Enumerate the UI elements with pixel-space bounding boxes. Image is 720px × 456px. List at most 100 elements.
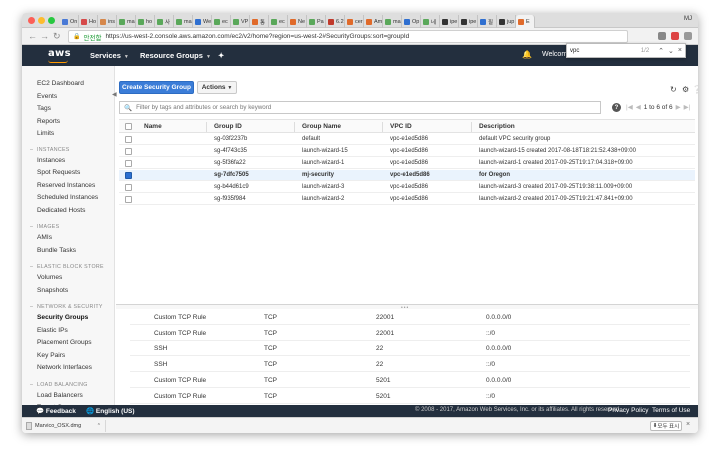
- table-row[interactable]: sg-4f743c35 launch-wizard-15 vpc-e1ed5d86 l…: [119, 146, 695, 157]
- back-icon[interactable]: ←: [28, 31, 37, 41]
- show-all-downloads-button[interactable]: ⬇ 모두 표시: [650, 421, 682, 431]
- close-downloads-icon[interactable]: ×: [686, 421, 690, 428]
- browser-tab[interactable]: 통: [250, 15, 269, 28]
- sidebar-item[interactable]: Spot Requests: [37, 169, 80, 176]
- column-header-group-id[interactable]: Group ID: [214, 123, 242, 130]
- actions-button[interactable]: Actions ▼: [197, 81, 237, 94]
- last-page-icon[interactable]: ▶|: [684, 103, 691, 111]
- browser-tab[interactable]: ma: [383, 15, 402, 28]
- row-checkbox[interactable]: [125, 136, 132, 143]
- refresh-icon[interactable]: ↻: [670, 85, 677, 94]
- maximize-window-button[interactable]: [48, 17, 55, 24]
- browser-tab[interactable]: ma: [174, 15, 193, 28]
- table-row[interactable]: sg-b44d61c9 launch-wizard-3 vpc-e1ed5d86 la…: [119, 182, 695, 193]
- url-input[interactable]: 🔒 안전함 https://us-west-2.console.aws.amaz…: [68, 30, 628, 43]
- browser-tab[interactable]: ipe: [440, 15, 459, 28]
- sidebar-item[interactable]: Dedicated Hosts: [37, 207, 85, 214]
- sidebar-item[interactable]: Scheduled Instances: [37, 194, 98, 201]
- sidebar-section-header[interactable]: – LOAD BALANCING: [30, 382, 88, 388]
- language-selector[interactable]: 🌐 English (US): [86, 407, 135, 415]
- browser-tab[interactable]: Ho: [79, 15, 98, 28]
- sidebar-item[interactable]: Limits: [37, 130, 54, 137]
- sidebar-item[interactable]: Key Pairs: [37, 352, 65, 359]
- column-divider[interactable]: [382, 122, 383, 132]
- find-close-icon[interactable]: ×: [678, 47, 682, 54]
- browser-tab[interactable]: E: [516, 15, 535, 28]
- table-row[interactable]: sg-03f2237b default vpc-e1ed5d86 default VP…: [119, 134, 695, 145]
- sidebar-item[interactable]: Load Balancers: [37, 392, 83, 399]
- feedback-link[interactable]: 💬 Feedback: [36, 407, 76, 415]
- row-checkbox[interactable]: [125, 148, 132, 155]
- sidebar-item[interactable]: AMIs: [37, 234, 52, 241]
- services-menu[interactable]: Services ▼: [90, 51, 129, 60]
- column-divider[interactable]: [294, 122, 295, 132]
- sidebar-item[interactable]: Placement Groups: [37, 339, 92, 346]
- browser-tab[interactable]: Ne: [288, 15, 307, 28]
- chevron-down-icon[interactable]: ⌃: [97, 423, 101, 429]
- browser-tab[interactable]: ec: [269, 15, 288, 28]
- column-header-vpc-id[interactable]: VPC ID: [390, 123, 412, 130]
- table-row[interactable]: sg-f935f984 launch-wizard-2 vpc-e1ed5d86 la…: [119, 194, 695, 205]
- sidebar-item[interactable]: EC2 Dashboard: [37, 80, 84, 87]
- browser-tab[interactable]: ipe: [459, 15, 478, 28]
- sidebar-item[interactable]: Events: [37, 93, 57, 100]
- sidebar-item[interactable]: Reports: [37, 118, 60, 125]
- column-divider[interactable]: [471, 122, 472, 132]
- column-header-name[interactable]: Name: [144, 123, 162, 130]
- select-all-checkbox[interactable]: [125, 123, 132, 130]
- menu-icon[interactable]: [684, 32, 692, 40]
- sidebar-item[interactable]: Tags: [37, 105, 51, 112]
- sidebar-item[interactable]: Snapshots: [37, 287, 68, 294]
- first-page-icon[interactable]: |◀: [626, 103, 633, 111]
- sidebar-item[interactable]: Elastic IPs: [37, 327, 68, 334]
- browser-tab[interactable]: cer: [345, 15, 364, 28]
- browser-tab[interactable]: 필: [478, 15, 497, 28]
- sidebar-item[interactable]: Bundle Tasks: [37, 247, 76, 254]
- filter-help-icon[interactable]: ?: [612, 103, 621, 112]
- browser-tab[interactable]: Pa: [307, 15, 326, 28]
- help-icon[interactable]: ❔: [692, 85, 698, 94]
- sidebar-item[interactable]: Instances: [37, 157, 65, 164]
- extension-icon[interactable]: [671, 32, 679, 40]
- download-item[interactable]: Marvico_OSX.dmg ⌃: [26, 420, 106, 432]
- pane-splitter[interactable]: •••: [116, 304, 698, 311]
- collapse-sidebar-icon[interactable]: ◀: [112, 91, 117, 98]
- table-row[interactable]: sg-5f36fa22 launch-wizard-1 vpc-e1ed5d86 la…: [119, 158, 695, 169]
- browser-tab[interactable]: ins: [98, 15, 117, 28]
- sidebar-section-header[interactable]: – NETWORK & SECURITY: [30, 304, 103, 310]
- browser-tab[interactable]: We: [193, 15, 212, 28]
- privacy-policy-link[interactable]: Privacy Policy: [608, 407, 648, 414]
- filter-search-input[interactable]: 🔍 Filter by tags and attributes or searc…: [119, 101, 601, 114]
- browser-tab[interactable]: jup: [497, 15, 516, 28]
- browser-tab[interactable]: 6.2: [326, 15, 345, 28]
- aws-logo[interactable]: aws: [48, 48, 71, 59]
- column-divider[interactable]: [206, 122, 207, 132]
- forward-icon[interactable]: →: [40, 31, 49, 41]
- sidebar-section-header[interactable]: – INSTANCES: [30, 147, 70, 153]
- prev-page-icon[interactable]: ◀: [636, 103, 641, 111]
- row-checkbox[interactable]: [125, 184, 132, 191]
- table-row[interactable]: sg-7dfc7505 mj-security vpc-e1ed5d86 for Or…: [119, 170, 695, 181]
- browser-tab[interactable]: 사: [155, 15, 174, 28]
- row-checkbox[interactable]: [125, 172, 132, 179]
- find-input[interactable]: vpc: [570, 48, 641, 54]
- sidebar-section-header[interactable]: – ELASTIC BLOCK STORE: [30, 264, 104, 270]
- next-page-icon[interactable]: ▶: [676, 103, 681, 111]
- sidebar-item[interactable]: Network Interfaces: [37, 364, 92, 371]
- extension-icon[interactable]: [658, 32, 666, 40]
- close-window-button[interactable]: [28, 17, 35, 24]
- browser-tab[interactable]: ec: [212, 15, 231, 28]
- row-checkbox[interactable]: [125, 160, 132, 167]
- browser-tab[interactable]: VP: [231, 15, 250, 28]
- row-checkbox[interactable]: [125, 196, 132, 203]
- create-security-group-button[interactable]: Create Security Group: [119, 81, 194, 94]
- sidebar-item[interactable]: Reserved Instances: [37, 182, 95, 189]
- profile-name[interactable]: MJ: [684, 16, 692, 22]
- sidebar-item[interactable]: Volumes: [37, 274, 62, 281]
- find-prev-icon[interactable]: ⌃: [658, 47, 664, 55]
- resource-groups-menu[interactable]: Resource Groups ▼: [140, 51, 211, 60]
- terms-of-use-link[interactable]: Terms of Use: [652, 407, 690, 414]
- browser-tab[interactable]: ma: [117, 15, 136, 28]
- bell-icon[interactable]: 🔔: [522, 50, 532, 59]
- browser-tab[interactable]: On: [60, 15, 79, 28]
